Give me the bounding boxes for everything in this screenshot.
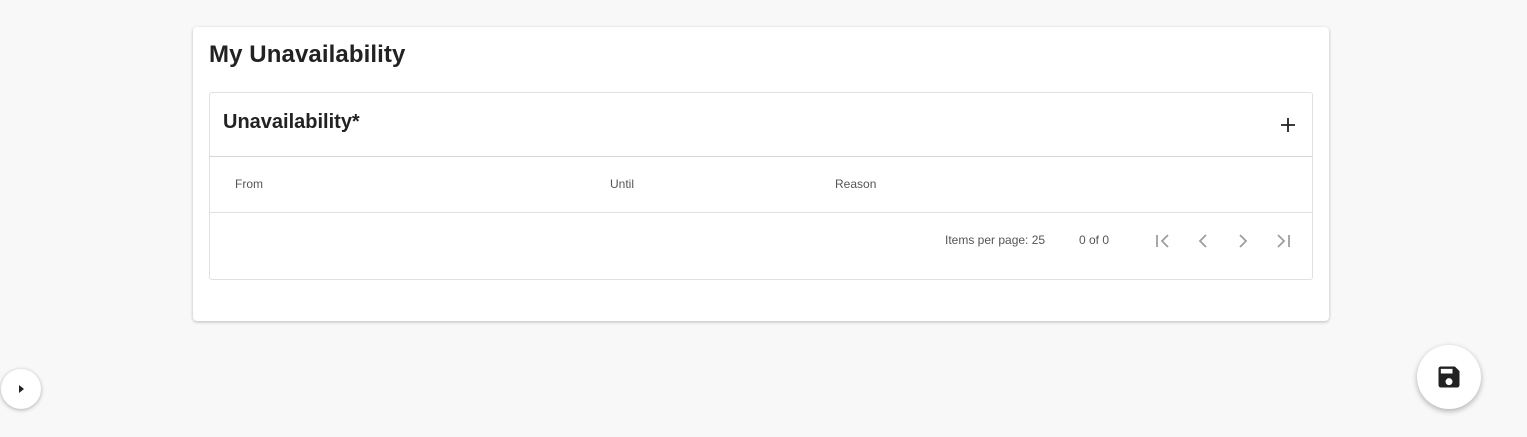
column-header-from[interactable]: From bbox=[235, 177, 263, 191]
items-per-page-label[interactable]: Items per page: 25 bbox=[945, 233, 1045, 247]
last-page-button[interactable] bbox=[1269, 227, 1297, 255]
unavailability-card: My Unavailability Unavailability* From U… bbox=[193, 27, 1329, 321]
section-title: Unavailability* bbox=[223, 111, 360, 133]
table-header-row: From Until Reason bbox=[210, 157, 1312, 213]
page-title: My Unavailability bbox=[209, 41, 406, 68]
first-page-icon bbox=[1156, 234, 1169, 248]
paginator: Items per page: 25 0 of 0 bbox=[210, 213, 1312, 269]
column-header-reason[interactable]: Reason bbox=[835, 177, 876, 191]
section-header: Unavailability* bbox=[210, 93, 1312, 157]
chevron-right-icon bbox=[1239, 234, 1248, 248]
page-range-label: 0 of 0 bbox=[1079, 233, 1110, 247]
add-unavailability-button[interactable] bbox=[1274, 111, 1302, 139]
floppy-disk-icon bbox=[1438, 366, 1460, 388]
save-button[interactable] bbox=[1417, 345, 1481, 409]
next-page-button[interactable] bbox=[1229, 227, 1257, 255]
column-header-until[interactable]: Until bbox=[610, 177, 634, 191]
plus-icon bbox=[1281, 118, 1295, 132]
previous-page-button[interactable] bbox=[1189, 227, 1217, 255]
chevron-left-icon bbox=[1198, 234, 1207, 248]
last-page-icon bbox=[1277, 234, 1290, 248]
first-page-button[interactable] bbox=[1149, 227, 1177, 255]
caret-right-icon bbox=[19, 385, 24, 393]
sidebar-toggle-button[interactable] bbox=[1, 369, 41, 409]
unavailability-section: Unavailability* From Until Reason Items … bbox=[209, 92, 1313, 280]
